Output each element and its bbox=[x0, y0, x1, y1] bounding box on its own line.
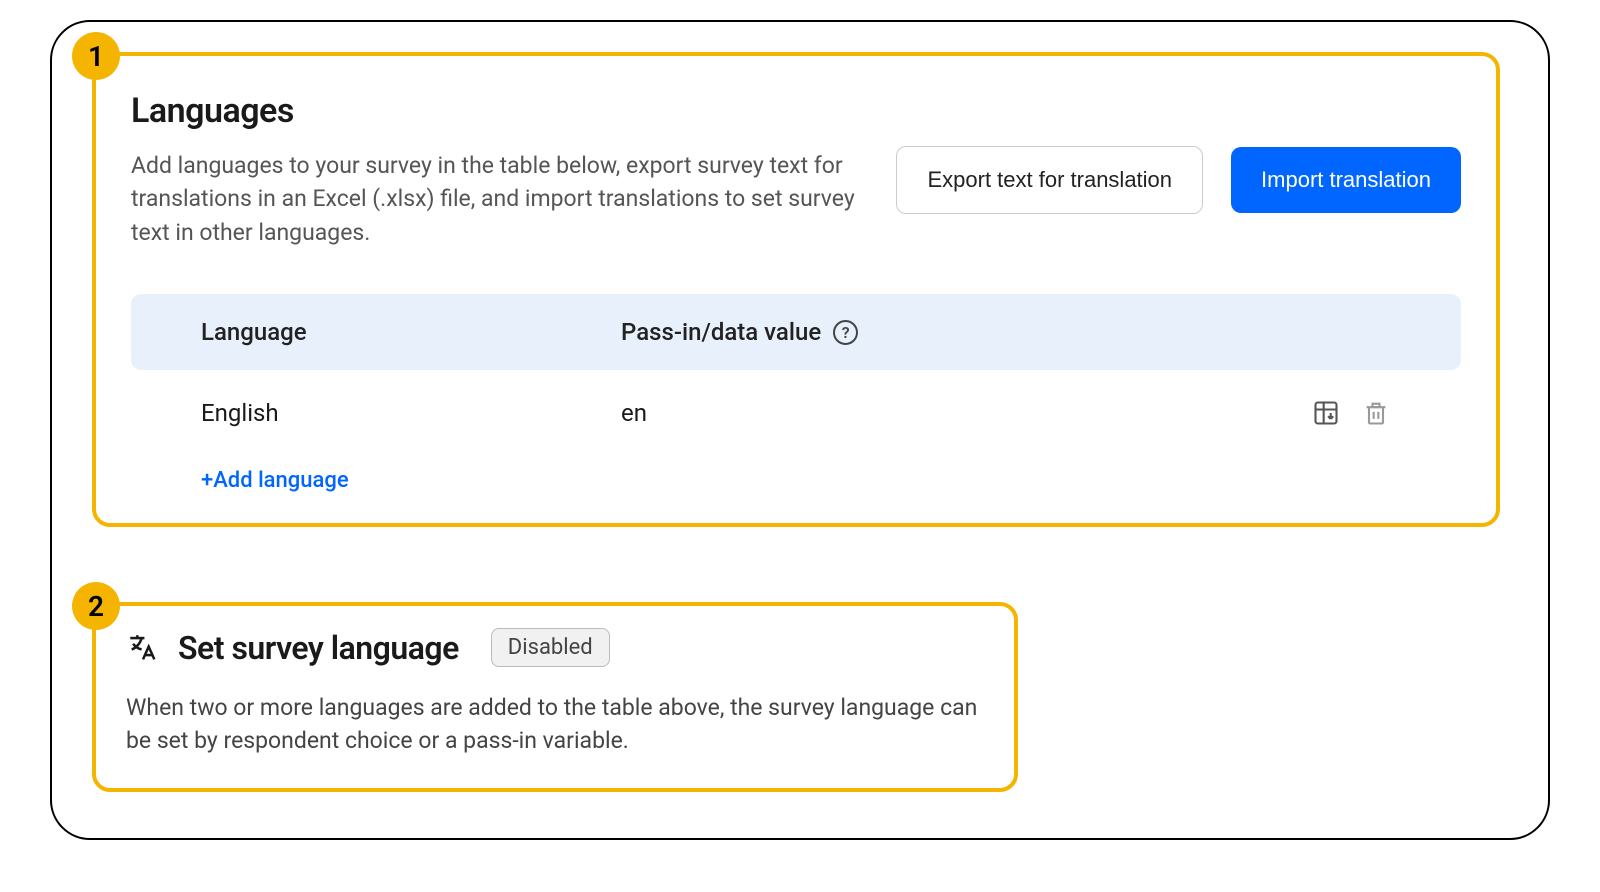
export-text-button[interactable]: Export text for translation bbox=[896, 146, 1203, 214]
languages-section: 1 Languages Add languages to your survey… bbox=[92, 52, 1500, 527]
set-survey-language-title: Set survey language bbox=[178, 629, 459, 667]
callout-marker-2: 2 bbox=[72, 582, 120, 630]
page-card: 1 Languages Add languages to your survey… bbox=[50, 20, 1550, 840]
languages-table: Language Pass-in/data value ? English en bbox=[131, 294, 1461, 493]
languages-table-header: Language Pass-in/data value ? bbox=[131, 294, 1461, 370]
status-badge: Disabled bbox=[491, 628, 610, 667]
row-language-name: English bbox=[201, 399, 621, 427]
header-pass-in-value: Pass-in/data value bbox=[621, 318, 821, 346]
help-icon[interactable]: ? bbox=[833, 320, 858, 345]
import-translation-button[interactable]: Import translation bbox=[1231, 147, 1461, 213]
header-language: Language bbox=[201, 318, 621, 346]
download-row-icon[interactable] bbox=[1311, 398, 1341, 428]
languages-description: Add languages to your survey in the tabl… bbox=[131, 149, 856, 249]
table-row: English en bbox=[131, 370, 1461, 446]
languages-title: Languages bbox=[131, 91, 856, 131]
set-survey-language-section: 2 Set survey language Disabled When two … bbox=[92, 602, 1018, 792]
callout-marker-1: 1 bbox=[72, 32, 120, 80]
add-language-link[interactable]: +Add language bbox=[201, 468, 349, 493]
delete-row-icon[interactable] bbox=[1361, 398, 1391, 428]
translate-icon bbox=[126, 631, 160, 665]
row-language-value: en bbox=[621, 399, 1311, 427]
set-survey-language-description: When two or more languages are added to … bbox=[126, 691, 984, 758]
